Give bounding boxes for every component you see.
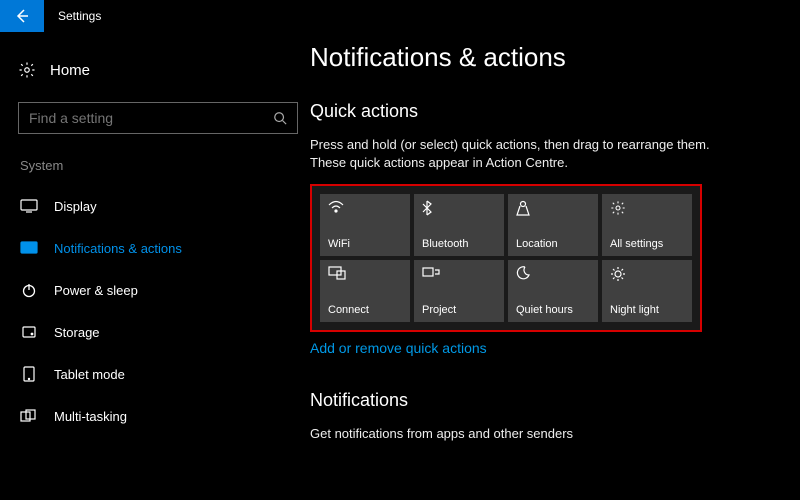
qa-tile-connect[interactable]: Connect (320, 260, 410, 322)
qa-tile-quiethours[interactable]: Quiet hours (508, 260, 598, 322)
notifications-heading: Notifications (310, 390, 776, 411)
search-input[interactable] (29, 110, 259, 126)
search-box[interactable] (18, 102, 298, 134)
quick-actions-description: Press and hold (or select) quick actions… (310, 136, 740, 172)
qa-tile-bluetooth[interactable]: Bluetooth (414, 194, 504, 256)
quick-actions-heading: Quick actions (310, 101, 776, 122)
bluetooth-icon (422, 200, 496, 216)
sidebar-item-notifications[interactable]: Notifications & actions (18, 227, 310, 269)
back-button[interactable] (0, 0, 44, 32)
sidebar-item-label: Notifications & actions (54, 241, 182, 256)
sun-icon (610, 266, 684, 282)
qa-tile-wifi[interactable]: WiFi (320, 194, 410, 256)
qa-tile-project[interactable]: Project (414, 260, 504, 322)
qa-tile-label: Bluetooth (422, 238, 496, 250)
sidebar-item-storage[interactable]: Storage (18, 311, 310, 353)
titlebar: Settings (0, 0, 800, 32)
qa-tile-label: WiFi (328, 238, 402, 250)
qa-tile-label: Project (422, 304, 496, 316)
moon-icon (516, 266, 590, 282)
power-icon (20, 282, 38, 298)
page-heading: Notifications & actions (310, 42, 776, 73)
qa-tile-label: All settings (610, 238, 684, 250)
storage-icon (20, 324, 38, 340)
gear-icon (18, 61, 36, 79)
search-icon (273, 111, 287, 125)
sidebar-item-power[interactable]: Power & sleep (18, 269, 310, 311)
display-icon (20, 199, 38, 213)
sidebar-item-label: Storage (54, 325, 100, 340)
sidebar-item-tablet[interactable]: Tablet mode (18, 353, 310, 395)
sidebar-item-multitasking[interactable]: Multi-tasking (18, 395, 310, 437)
qa-tile-label: Night light (610, 304, 684, 316)
quick-actions-panel: WiFi Bluetooth Location All settings Con… (310, 184, 702, 332)
notifications-description: Get notifications from apps and other se… (310, 425, 740, 443)
home-label: Home (50, 62, 90, 79)
arrow-left-icon (14, 8, 30, 24)
sidebar: Home System Display Notifications & acti… (0, 32, 310, 500)
qa-tile-location[interactable]: Location (508, 194, 598, 256)
qa-tile-label: Connect (328, 304, 402, 316)
qa-tile-nightlight[interactable]: Night light (602, 260, 692, 322)
home-button[interactable]: Home (18, 56, 310, 84)
qa-tile-label: Location (516, 238, 590, 250)
qa-tile-allsettings[interactable]: All settings (602, 194, 692, 256)
notification-icon (20, 241, 38, 255)
add-remove-quick-actions-link[interactable]: Add or remove quick actions (310, 340, 487, 356)
qa-tile-label: Quiet hours (516, 304, 590, 316)
window-title: Settings (58, 9, 101, 23)
main-content: Notifications & actions Quick actions Pr… (310, 32, 800, 500)
sidebar-item-label: Multi-tasking (54, 409, 127, 424)
project-icon (422, 266, 496, 282)
location-icon (516, 200, 590, 216)
wifi-icon (328, 200, 402, 216)
sidebar-item-label: Display (54, 199, 97, 214)
tablet-icon (20, 366, 38, 382)
connect-icon (328, 266, 402, 282)
category-label: System (18, 158, 310, 173)
multitasking-icon (20, 409, 38, 423)
sidebar-item-display[interactable]: Display (18, 185, 310, 227)
sidebar-item-label: Tablet mode (54, 367, 125, 382)
gear-icon (610, 200, 684, 216)
sidebar-item-label: Power & sleep (54, 283, 138, 298)
